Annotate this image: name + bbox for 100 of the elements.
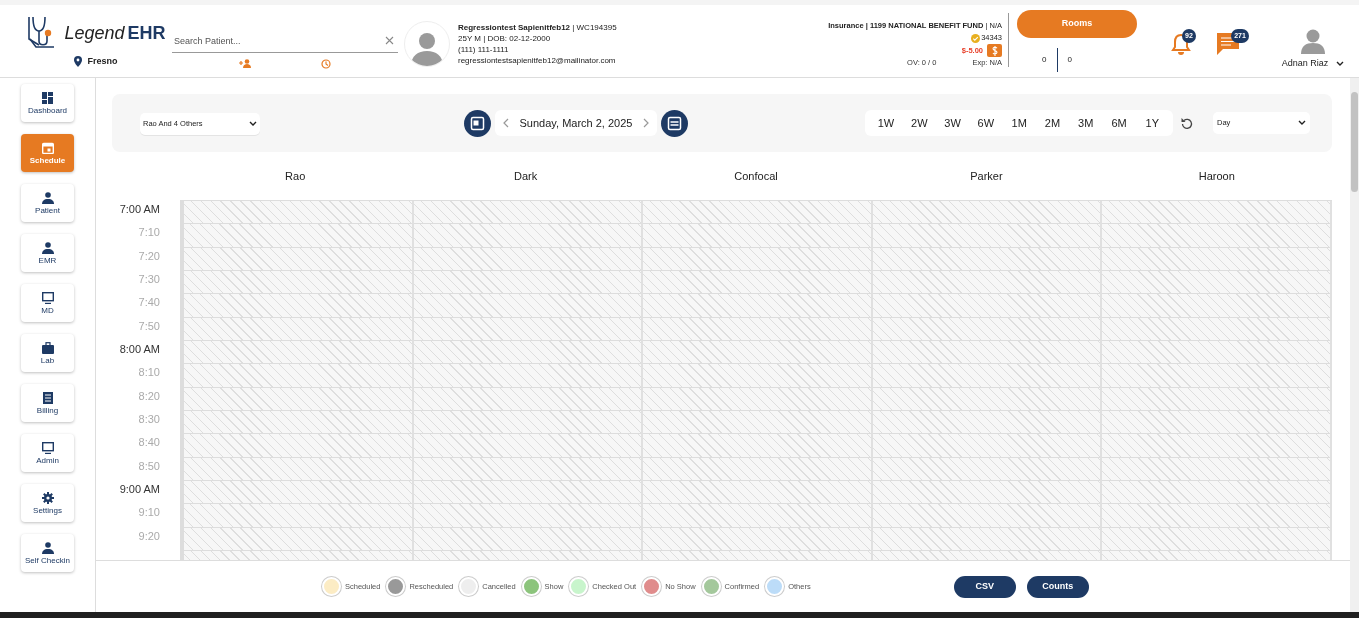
time-slot-cell[interactable] (413, 294, 642, 318)
time-slot-cell[interactable] (184, 457, 412, 481)
sidebar-item[interactable]: Patient (21, 184, 74, 222)
sidebar-item[interactable]: Dashboard (21, 84, 74, 122)
close-icon[interactable] (385, 36, 394, 45)
list-calendar-icon[interactable] (661, 109, 688, 137)
time-slot-cell[interactable] (184, 247, 412, 271)
time-slot-cell[interactable] (184, 317, 412, 341)
time-slot-cell[interactable] (643, 247, 871, 271)
sidebar-item[interactable]: EMR (21, 234, 74, 272)
time-slot-cell[interactable] (1102, 387, 1330, 411)
time-slot-cell[interactable] (413, 527, 642, 551)
time-slot-cell[interactable] (1102, 224, 1330, 248)
range-tab[interactable]: 3M (1069, 114, 1103, 132)
refresh-icon[interactable] (1181, 116, 1193, 130)
sidebar-item[interactable]: Self Checkin (21, 534, 74, 572)
time-slot-cell[interactable] (1102, 364, 1330, 388)
range-tab[interactable]: 1Y (1135, 114, 1169, 132)
time-slot-cell[interactable] (643, 201, 871, 225)
time-slot-cell[interactable] (1102, 504, 1330, 528)
time-slot-cell[interactable] (872, 340, 1101, 365)
time-slot-cell[interactable] (413, 364, 642, 388)
time-slot-cell[interactable] (643, 224, 871, 248)
time-slot-cell[interactable] (184, 224, 412, 248)
time-slot-cell[interactable] (872, 317, 1101, 341)
time-slot-cell[interactable] (643, 410, 871, 435)
time-slot-cell[interactable] (643, 294, 871, 318)
time-slot-cell[interactable] (643, 457, 871, 481)
range-tab[interactable]: 6W (969, 114, 1003, 132)
time-slot-cell[interactable] (413, 247, 642, 271)
time-slot-cell[interactable] (184, 480, 412, 505)
time-slot-cell[interactable] (184, 527, 412, 551)
time-slot-cell[interactable] (643, 340, 871, 365)
sidebar-item[interactable]: Admin (21, 434, 74, 472)
export-button[interactable]: CSV (953, 575, 1016, 598)
range-tab[interactable]: 1W (869, 114, 903, 132)
time-slot-cell[interactable] (184, 364, 412, 388)
chevron-down-icon[interactable] (1336, 60, 1345, 67)
time-slot-cell[interactable] (413, 317, 642, 341)
time-slot-cell[interactable] (1102, 434, 1330, 458)
time-slot-cell[interactable] (872, 410, 1101, 435)
time-slot-cell[interactable] (643, 364, 871, 388)
time-slot-cell[interactable] (1102, 317, 1330, 341)
time-slot-cell[interactable] (1102, 340, 1330, 365)
time-slot-cell[interactable] (1102, 247, 1330, 271)
time-slot-cell[interactable] (872, 364, 1101, 388)
chevron-right-icon[interactable] (643, 118, 649, 128)
time-slot-cell[interactable] (413, 434, 642, 458)
time-slot-cell[interactable] (184, 271, 412, 295)
time-slot-cell[interactable] (413, 271, 642, 295)
time-slot-cell[interactable] (184, 387, 412, 411)
range-tab[interactable]: 2W (902, 114, 936, 132)
range-tab[interactable]: 6M (1102, 114, 1136, 132)
time-slot-cell[interactable] (643, 387, 871, 411)
time-slot-cell[interactable] (413, 201, 642, 225)
time-slot-cell[interactable] (184, 504, 412, 528)
sidebar-item[interactable]: MD (21, 284, 74, 322)
time-slot-cell[interactable] (643, 271, 871, 295)
calendar-icon[interactable] (464, 109, 491, 137)
time-slot-cell[interactable] (872, 504, 1101, 528)
time-slot-cell[interactable] (872, 434, 1101, 458)
time-slot-cell[interactable] (872, 201, 1101, 225)
time-slot-cell[interactable] (1102, 527, 1330, 551)
time-slot-cell[interactable] (413, 387, 642, 411)
time-slot-cell[interactable] (413, 340, 642, 365)
time-slot-cell[interactable] (643, 527, 871, 551)
time-slot-cell[interactable] (872, 480, 1101, 505)
time-slot-cell[interactable] (872, 527, 1101, 551)
time-slot-cell[interactable] (1102, 201, 1330, 225)
time-slot-cell[interactable] (643, 480, 871, 505)
time-slot-cell[interactable] (643, 504, 871, 528)
time-slot-cell[interactable] (1102, 271, 1330, 295)
range-tab[interactable]: 1M (1002, 114, 1036, 132)
time-slot-cell[interactable] (1102, 480, 1330, 505)
time-slot-cell[interactable] (872, 294, 1101, 318)
time-slot-cell[interactable] (872, 387, 1101, 411)
time-slot-cell[interactable] (413, 504, 642, 528)
time-slot-cell[interactable] (413, 457, 642, 481)
time-slot-cell[interactable] (1102, 294, 1330, 318)
search-field[interactable]: Search Patient... (172, 29, 385, 52)
time-slot-cell[interactable] (184, 410, 412, 435)
export-button[interactable]: Counts (1026, 575, 1089, 598)
time-slot-cell[interactable] (1102, 410, 1330, 435)
time-slot-cell[interactable] (872, 224, 1101, 248)
add-user-icon[interactable] (239, 59, 251, 68)
range-tab[interactable]: 2M (1035, 114, 1070, 132)
time-slot-cell[interactable] (184, 201, 412, 225)
time-slot-cell[interactable] (643, 317, 871, 341)
time-slot-cell[interactable] (872, 271, 1101, 295)
time-slot-cell[interactable] (184, 294, 412, 318)
bell-icon[interactable] (1171, 33, 1191, 55)
clock-icon[interactable] (321, 59, 331, 69)
time-slot-cell[interactable] (184, 434, 412, 458)
time-slot-cell[interactable] (413, 410, 642, 435)
range-tab[interactable]: 3W (935, 114, 970, 132)
time-slot-cell[interactable] (413, 480, 642, 505)
time-slot-cell[interactable] (1102, 457, 1330, 481)
scrollbar[interactable] (1350, 78, 1359, 612)
sidebar-item[interactable]: Lab (21, 334, 74, 372)
sidebar-item[interactable]: Billing (21, 384, 74, 422)
